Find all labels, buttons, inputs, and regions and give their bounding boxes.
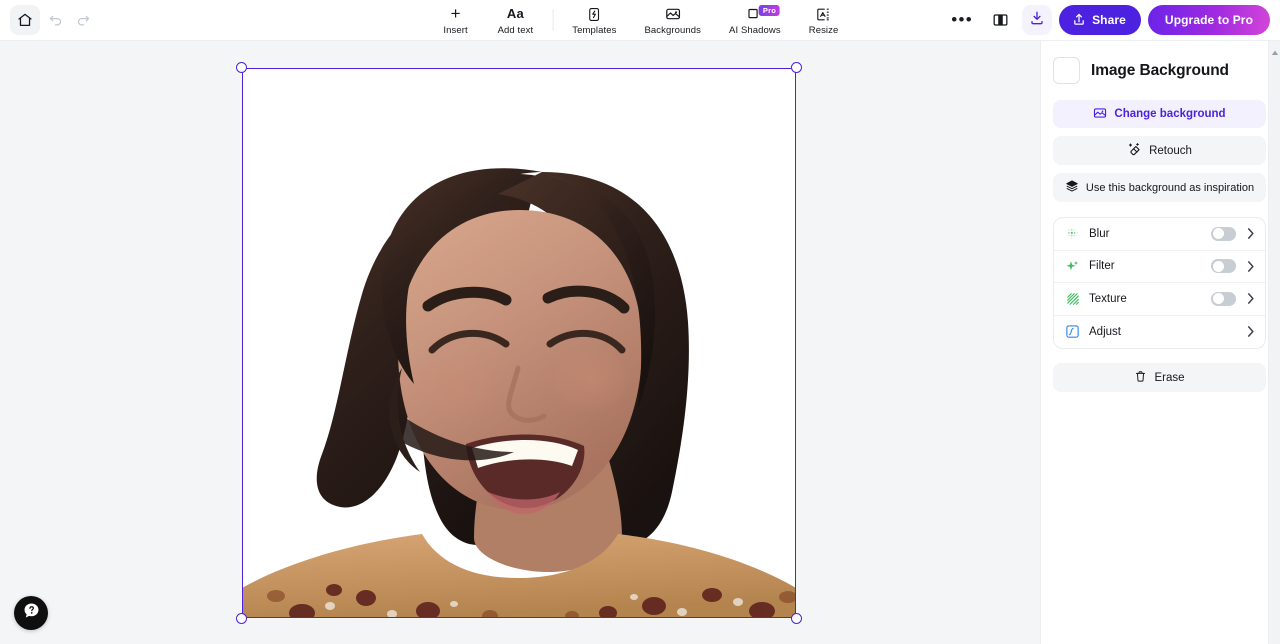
- panel-toggle-button[interactable]: [985, 5, 1015, 35]
- undo-icon: [48, 13, 63, 28]
- trash-icon: [1134, 370, 1147, 386]
- tool-resize-label: Resize: [808, 24, 839, 36]
- canvas-stage[interactable]: [0, 41, 1040, 644]
- retouch-eraser-icon: [1127, 142, 1142, 160]
- panel-layout-icon: [992, 12, 1009, 28]
- chevron-right-icon: [1245, 326, 1256, 338]
- image-swap-icon: [1093, 106, 1107, 123]
- app-root: + Insert Aa Add text Templates Backgroun…: [0, 0, 1280, 644]
- texture-toggle[interactable]: [1211, 291, 1236, 306]
- filter-sparkle-icon: [1065, 259, 1080, 274]
- resize-icon: [816, 6, 831, 23]
- change-background-button[interactable]: Change background: [1053, 100, 1266, 128]
- tool-backgrounds[interactable]: Backgrounds: [630, 3, 715, 41]
- erase-label: Erase: [1154, 371, 1185, 384]
- retouch-label: Retouch: [1149, 144, 1192, 157]
- templates-icon: [587, 6, 602, 23]
- image-background-panel: Image Background Change background Retou…: [1040, 41, 1280, 644]
- tool-ai-shadows-label: AI Shadows: [729, 24, 781, 36]
- option-filter-label: Filter: [1089, 260, 1115, 273]
- redo-button[interactable]: [70, 7, 96, 33]
- page-title: Image Background: [1091, 61, 1229, 79]
- upgrade-button-label: Upgrade to Pro: [1164, 13, 1253, 27]
- tool-resize[interactable]: Resize: [795, 3, 853, 41]
- pro-badge: Pro: [758, 4, 780, 16]
- option-row-adjust[interactable]: Adjust: [1054, 316, 1265, 349]
- redo-icon: [76, 13, 91, 28]
- erase-button[interactable]: Erase: [1053, 363, 1266, 392]
- panel-scrollbar[interactable]: [1268, 41, 1280, 644]
- blur-dots-icon: [1065, 226, 1080, 241]
- tool-templates-label: Templates: [572, 24, 617, 36]
- inspiration-label: Use this background as inspiration: [1085, 181, 1255, 194]
- option-row-blur[interactable]: Blur: [1054, 218, 1265, 251]
- option-texture-label: Texture: [1089, 292, 1127, 305]
- plus-icon: +: [450, 4, 461, 23]
- tool-ai-shadows[interactable]: Pro AI Shadows: [715, 3, 795, 41]
- share-button-label: Share: [1092, 13, 1126, 27]
- backgrounds-icon: [664, 6, 681, 23]
- layers-inspiration-icon: [1065, 179, 1079, 196]
- chevron-right-icon: [1245, 260, 1256, 272]
- resize-handle-top-right[interactable]: [791, 62, 802, 73]
- chevron-right-icon: [1245, 228, 1256, 240]
- ai-shadows-icon: Pro: [747, 4, 780, 23]
- tool-templates[interactable]: Templates: [558, 3, 630, 41]
- undo-button[interactable]: [42, 7, 68, 33]
- tool-backgrounds-label: Backgrounds: [644, 24, 702, 36]
- scroll-up-arrow-icon[interactable]: [1271, 43, 1279, 61]
- download-button[interactable]: [1022, 5, 1053, 35]
- share-upload-icon: [1072, 12, 1086, 29]
- tool-add-text[interactable]: Aa Add text: [484, 3, 548, 41]
- upgrade-to-pro-button[interactable]: Upgrade to Pro: [1147, 5, 1270, 35]
- option-row-texture[interactable]: Texture: [1054, 283, 1265, 316]
- share-button[interactable]: Share: [1059, 5, 1141, 35]
- resize-handle-bottom-right[interactable]: [791, 613, 802, 624]
- home-icon: [17, 12, 33, 28]
- change-background-label: Change background: [1114, 108, 1226, 120]
- adjust-curve-icon: [1065, 324, 1080, 339]
- chevron-right-icon: [1245, 293, 1256, 305]
- option-row-filter[interactable]: Filter: [1054, 251, 1265, 283]
- panel-header: Image Background: [1053, 57, 1266, 84]
- retouch-button[interactable]: Retouch: [1053, 136, 1266, 165]
- filter-toggle[interactable]: [1211, 259, 1236, 274]
- home-button[interactable]: [10, 5, 40, 35]
- resize-handle-top-left[interactable]: [236, 62, 247, 73]
- download-icon: [1029, 10, 1045, 31]
- top-toolbar: + Insert Aa Add text Templates Backgroun…: [0, 0, 1280, 41]
- aa-text-icon: Aa: [506, 6, 524, 21]
- use-background-as-inspiration-button[interactable]: Use this background as inspiration: [1053, 173, 1266, 202]
- resize-handle-bottom-left[interactable]: [236, 613, 247, 624]
- tool-add-text-label: Add text: [497, 24, 534, 36]
- subject-image: [242, 68, 796, 618]
- tool-insert-label: Insert: [443, 24, 468, 36]
- tool-insert[interactable]: + Insert: [428, 3, 484, 41]
- image-selection-frame[interactable]: [236, 62, 802, 624]
- option-adjust-label: Adjust: [1089, 325, 1121, 338]
- more-options-button[interactable]: •••: [946, 11, 978, 28]
- toolbar-left-group: [10, 5, 96, 35]
- option-blur-label: Blur: [1089, 227, 1110, 240]
- app-body: Image Background Change background Retou…: [0, 41, 1280, 644]
- background-color-swatch[interactable]: [1053, 57, 1080, 84]
- texture-stripes-icon: [1065, 291, 1080, 306]
- toolbar-right-group: ••• Share Upgrade to Pro: [946, 5, 1270, 35]
- toolbar-tools-group: + Insert Aa Add text Templates Backgroun…: [428, 0, 853, 41]
- toolbar-divider: [552, 9, 554, 31]
- help-button[interactable]: [14, 596, 48, 630]
- help-question-icon: [22, 601, 41, 625]
- background-effects-card: Blur Filter Texture Adjust: [1053, 217, 1266, 349]
- blur-toggle[interactable]: [1211, 226, 1236, 241]
